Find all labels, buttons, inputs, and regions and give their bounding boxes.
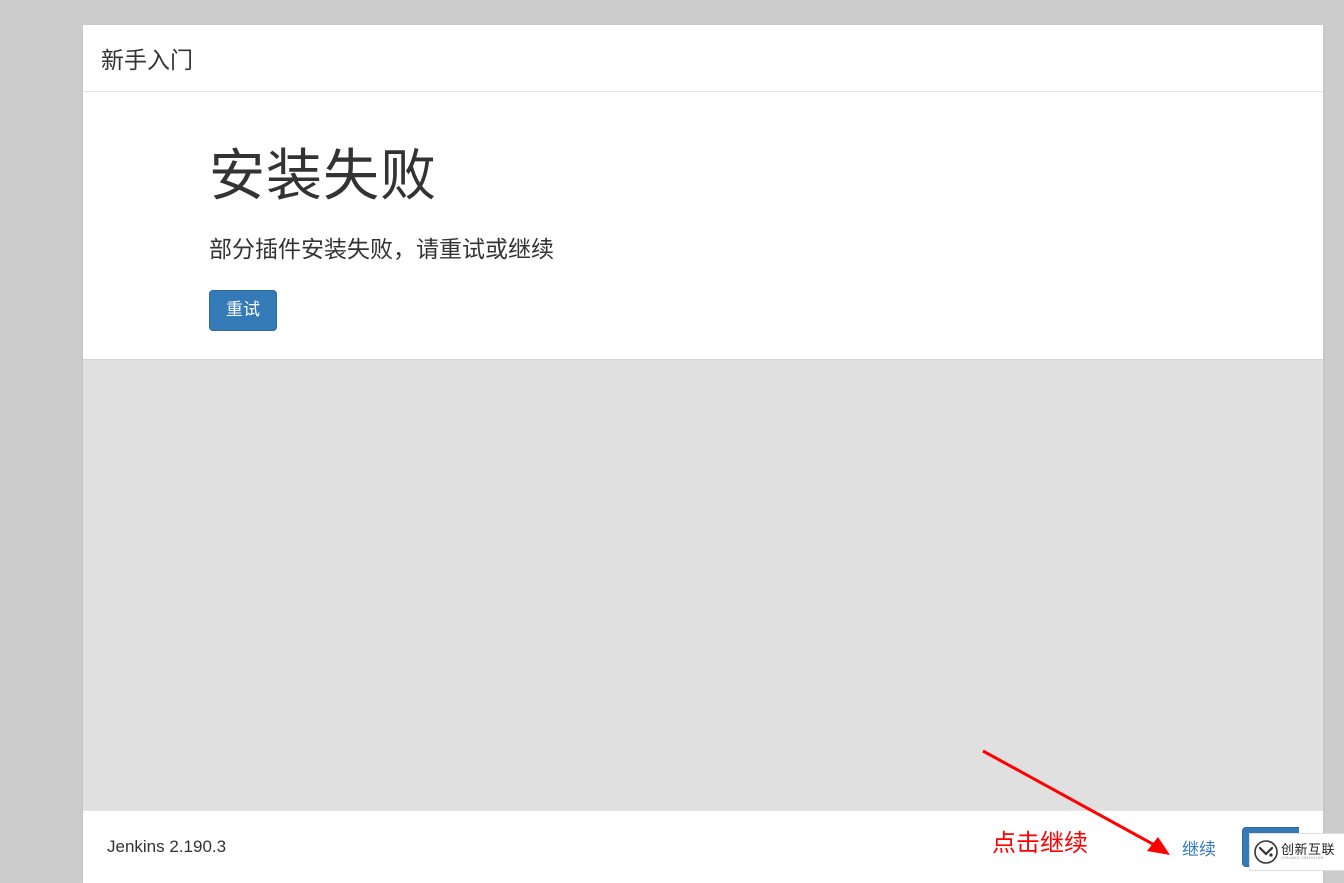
watermark: 创新互联 CHUANG XINTALIAN [1249, 833, 1344, 871]
install-failed-heading: 安装失败 [209, 144, 1323, 208]
annotation-label: 点击继续 [992, 823, 1088, 858]
watermark-main-text: 创新互联 [1281, 843, 1335, 856]
dialog-footer: Jenkins 2.190.3 继续 [83, 810, 1323, 883]
content-body [83, 359, 1323, 810]
continue-button[interactable]: 继续 [1182, 835, 1216, 860]
setup-wizard-dialog: 新手入门 安装失败 部分插件安装失败，请重试或继续 重试 Jenkins 2.1… [83, 25, 1323, 883]
install-failed-subtitle: 部分插件安装失败，请重试或继续 [209, 230, 1323, 264]
dialog-title: 新手入门 [101, 41, 193, 75]
jenkins-version: Jenkins 2.190.3 [107, 837, 226, 857]
watermark-sub-text: CHUANG XINTALIAN [1281, 857, 1324, 861]
watermark-text: 创新互联 CHUANG XINTALIAN [1281, 843, 1335, 861]
dialog-header: 新手入门 [83, 25, 1323, 92]
watermark-logo-icon [1254, 840, 1278, 864]
content-top: 安装失败 部分插件安装失败，请重试或继续 重试 [83, 92, 1323, 359]
retry-button[interactable]: 重试 [209, 290, 277, 330]
